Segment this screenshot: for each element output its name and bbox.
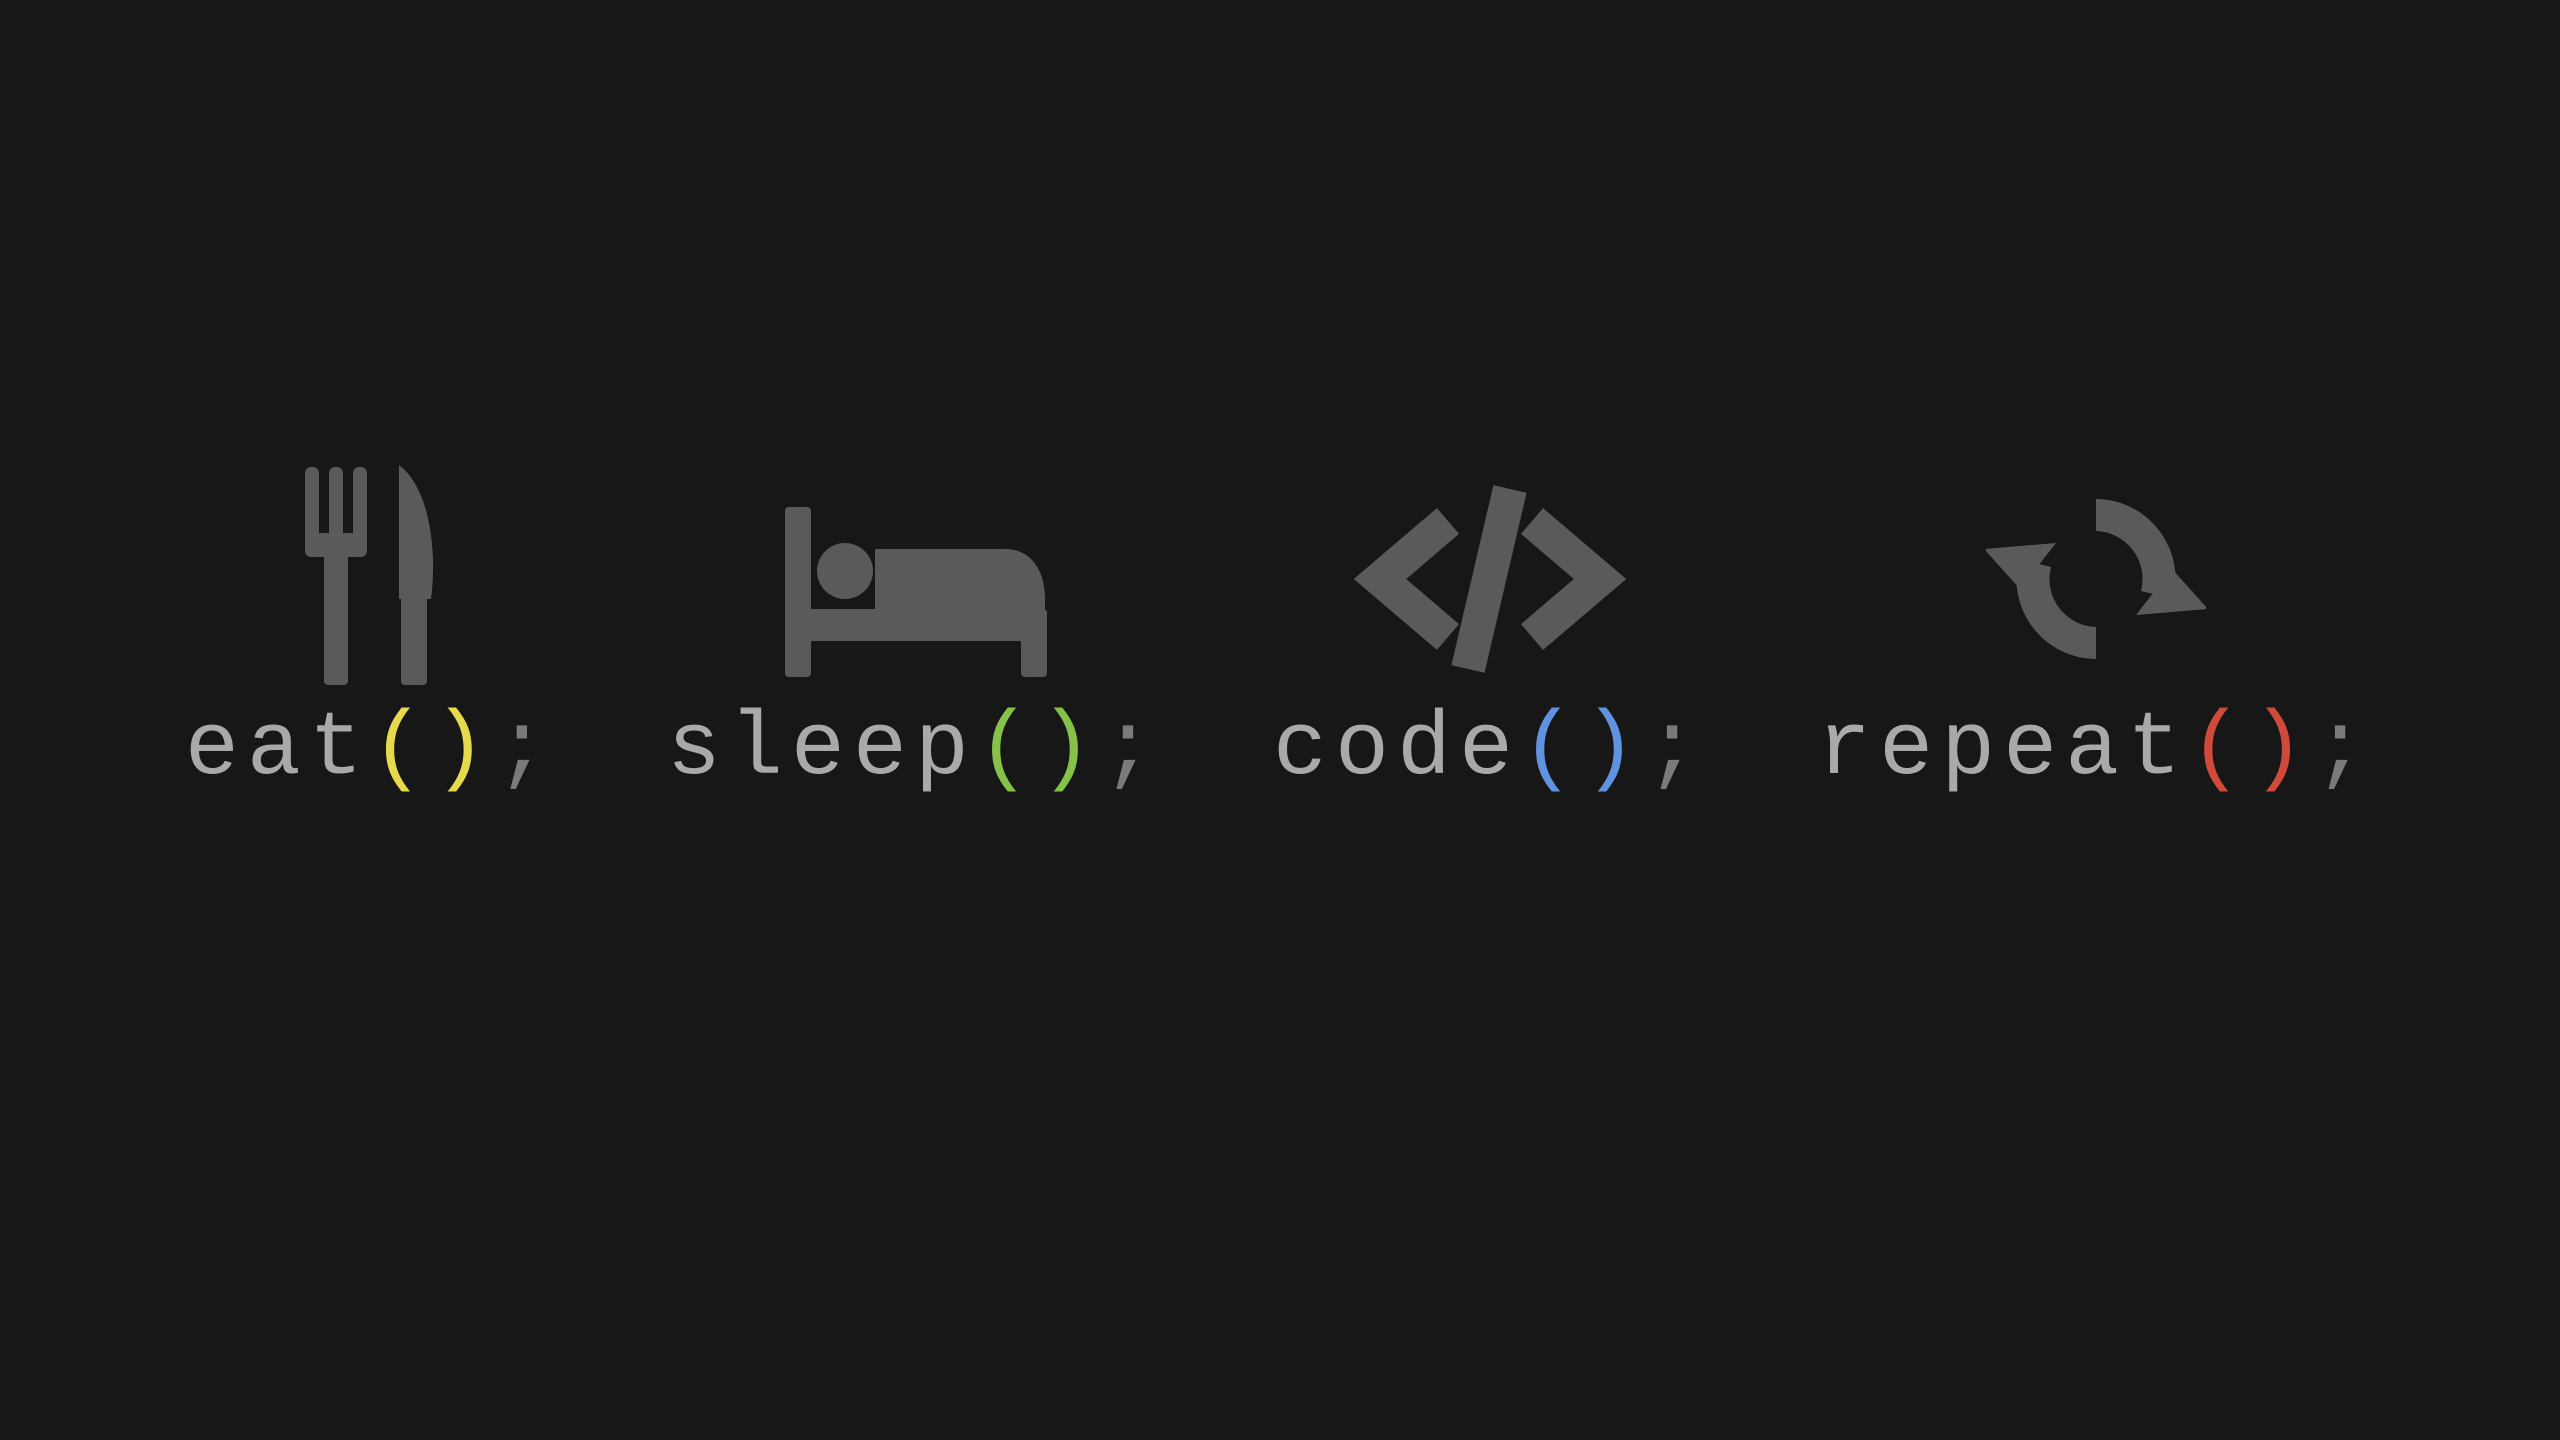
sleep-label: sleep(); [667,699,1163,801]
code-item: code(); [1273,459,1707,801]
open-paren: ( [371,699,433,801]
code-label: code(); [1273,699,1707,801]
semicolon: ; [1645,699,1707,801]
close-paren: ) [1583,699,1645,801]
close-paren: ) [433,699,495,801]
refresh-icon [1986,459,2206,689]
eat-item: eat(); [185,459,557,801]
semicolon: ; [495,699,557,801]
open-paren: ( [2189,699,2251,801]
eat-label: eat(); [185,699,557,801]
open-paren: ( [977,699,1039,801]
repeat-item: repeat(); [1817,459,2375,801]
repeat-label: repeat(); [1817,699,2375,801]
semicolon: ; [2313,699,2375,801]
sleep-item: sleep(); [667,459,1163,801]
open-paren: ( [1521,699,1583,801]
fork-knife-icon [281,459,461,689]
fn-name: repeat [1817,699,2189,801]
fn-name: sleep [667,699,977,801]
semicolon: ; [1101,699,1163,801]
code-mantra-row: eat(); sleep(); [185,459,2375,801]
fn-name: code [1273,699,1521,801]
close-paren: ) [1039,699,1101,801]
code-brackets-icon [1350,459,1630,689]
fn-name: eat [185,699,371,801]
close-paren: ) [2251,699,2313,801]
bed-icon [775,459,1055,689]
